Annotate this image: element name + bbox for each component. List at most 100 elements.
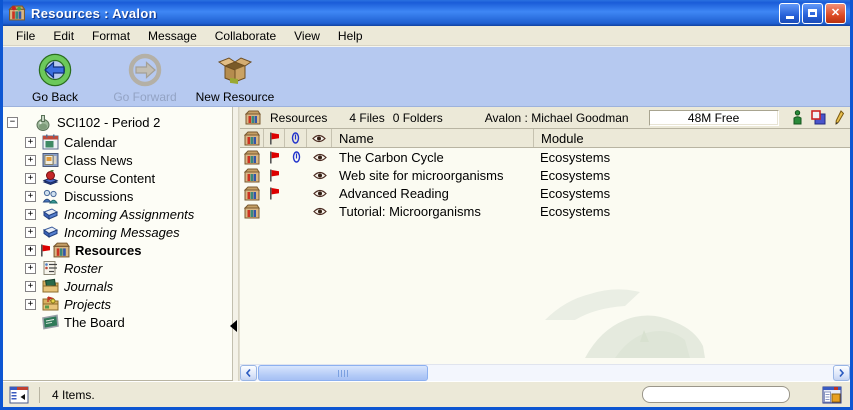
pencil-icon[interactable] — [835, 110, 844, 125]
expand-icon[interactable]: + — [25, 173, 36, 184]
resources-list-panel: Resources 4 Files 0 Folders Avalon : Mic… — [239, 107, 850, 381]
new-resource-button[interactable]: New Resource — [193, 51, 277, 104]
close-button[interactable]: ✕ — [825, 3, 846, 24]
red-flag-icon — [269, 169, 280, 182]
expand-icon[interactable]: + — [25, 227, 36, 238]
list-item[interactable]: Web site for microorganisms Ecosystems — [240, 166, 850, 184]
flask-icon — [34, 114, 52, 131]
sidebar-item-label: Projects — [64, 297, 111, 312]
list-title: Resources — [270, 111, 327, 125]
sidebar-item-label: The Board — [64, 315, 125, 330]
expand-icon[interactable]: + — [25, 191, 36, 202]
sidebar-item-resources[interactable]: + Resources — [7, 241, 232, 259]
list-item[interactable]: Tutorial: Microorganisms Ecosystems — [240, 202, 850, 220]
sidebar-item-discussions[interactable]: + Discussions — [7, 187, 232, 205]
list-item[interactable]: Advanced Reading Ecosystems — [240, 184, 850, 202]
attachment-column-header[interactable] — [285, 129, 307, 147]
discussions-icon — [42, 188, 59, 204]
resource-box-icon — [53, 242, 70, 258]
layers-icon[interactable] — [811, 110, 826, 125]
scroll-right-button[interactable] — [833, 365, 850, 381]
menu-file[interactable]: File — [7, 27, 44, 45]
sidebar-item-calendar[interactable]: + Calendar — [7, 133, 232, 151]
sidebar-item-label: Course Content — [64, 171, 155, 186]
red-flag-icon — [269, 132, 280, 145]
status-progress-box — [642, 386, 790, 403]
incoming-book-icon — [42, 206, 59, 222]
sidebar-item-course-content[interactable]: + Course Content — [7, 169, 232, 187]
app-package-icon — [8, 5, 26, 21]
account-label: Avalon : Michael Goodman — [485, 111, 629, 125]
paperclip-icon — [291, 132, 300, 144]
sidebar-item-journals[interactable]: + Journals — [7, 277, 232, 295]
unread-column-header[interactable] — [307, 129, 332, 147]
expand-icon[interactable]: + — [25, 263, 36, 274]
go-forward-button[interactable]: Go Forward — [103, 51, 187, 104]
resource-box-icon — [244, 131, 260, 146]
panel-view-icon[interactable] — [9, 386, 29, 404]
incoming-book-icon — [42, 224, 59, 240]
collapse-panel-arrow-icon[interactable] — [230, 320, 237, 332]
item-type-column-header[interactable] — [240, 129, 264, 147]
tree-root-sci102[interactable]: − SCI102 - Period 2 — [7, 113, 232, 131]
tree-root-label: SCI102 - Period 2 — [57, 115, 160, 130]
horizontal-scrollbar[interactable] — [240, 364, 850, 381]
scroll-left-button[interactable] — [240, 365, 257, 381]
menu-view[interactable]: View — [285, 27, 329, 45]
item-module: Ecosystems — [533, 204, 850, 219]
minimize-icon — [786, 16, 794, 19]
list-item[interactable]: The Carbon Cycle Ecosystems — [240, 148, 850, 166]
resource-box-icon — [244, 168, 260, 183]
collapse-expander-icon[interactable]: − — [7, 117, 18, 128]
sidebar-item-label: Calendar — [64, 135, 117, 150]
sidebar-item-roster[interactable]: + Roster — [7, 259, 232, 277]
go-forward-label: Go Forward — [113, 90, 176, 104]
sidebar-item-label: Incoming Messages — [64, 225, 180, 240]
scrollbar-track[interactable] — [428, 365, 833, 381]
maximize-button[interactable] — [802, 3, 823, 24]
expand-icon[interactable]: + — [25, 281, 36, 292]
module-column-header[interactable]: Module — [533, 129, 850, 147]
person-icon[interactable] — [793, 110, 802, 125]
window-title: Resources : Avalon — [31, 6, 157, 21]
menu-collaborate[interactable]: Collaborate — [206, 27, 285, 45]
resource-box-icon — [244, 204, 260, 219]
eye-icon — [313, 153, 327, 162]
expand-icon[interactable]: + — [25, 209, 36, 220]
expand-icon[interactable]: + — [25, 137, 36, 148]
grid-view-icon[interactable] — [822, 386, 842, 404]
sidebar-item-the-board[interactable]: The Board — [7, 313, 232, 331]
name-column-header[interactable]: Name — [332, 131, 533, 146]
eye-icon — [312, 134, 326, 143]
sidebar-item-incoming-assignments[interactable]: + Incoming Assignments — [7, 205, 232, 223]
expand-icon[interactable]: + — [25, 245, 36, 256]
list-info-bar: Resources 4 Files 0 Folders Avalon : Mic… — [240, 107, 850, 129]
menu-message[interactable]: Message — [139, 27, 206, 45]
go-back-label: Go Back — [32, 90, 78, 104]
menu-format[interactable]: Format — [83, 27, 139, 45]
expand-icon[interactable]: + — [25, 155, 36, 166]
go-back-button[interactable]: Go Back — [13, 51, 97, 104]
minimize-button[interactable] — [779, 3, 800, 24]
menu-bar: File Edit Format Message Collaborate Vie… — [3, 26, 850, 46]
flag-column-header[interactable] — [264, 129, 285, 147]
expand-icon[interactable]: + — [25, 299, 36, 310]
menu-help[interactable]: Help — [329, 27, 372, 45]
sidebar-item-incoming-messages[interactable]: + Incoming Messages — [7, 223, 232, 241]
menu-edit[interactable]: Edit — [44, 27, 83, 45]
item-module: Ecosystems — [533, 186, 850, 201]
app-window: Resources : Avalon ✕ File Edit Format Me… — [0, 0, 853, 410]
resource-box-icon — [245, 110, 261, 125]
eye-icon — [313, 189, 327, 198]
title-bar[interactable]: Resources : Avalon ✕ — [3, 0, 850, 26]
sidebar-item-projects[interactable]: + Projects — [7, 295, 232, 313]
red-flag-icon — [269, 187, 280, 200]
journal-folder-icon — [42, 278, 59, 294]
eye-icon — [313, 207, 327, 216]
chevron-left-icon — [246, 369, 251, 377]
paperclip-icon — [292, 151, 301, 163]
sidebar-item-class-news[interactable]: + Class News — [7, 151, 232, 169]
free-space-text: 48M Free — [688, 111, 739, 125]
go-forward-icon — [126, 51, 164, 89]
scrollbar-thumb[interactable] — [258, 365, 428, 381]
